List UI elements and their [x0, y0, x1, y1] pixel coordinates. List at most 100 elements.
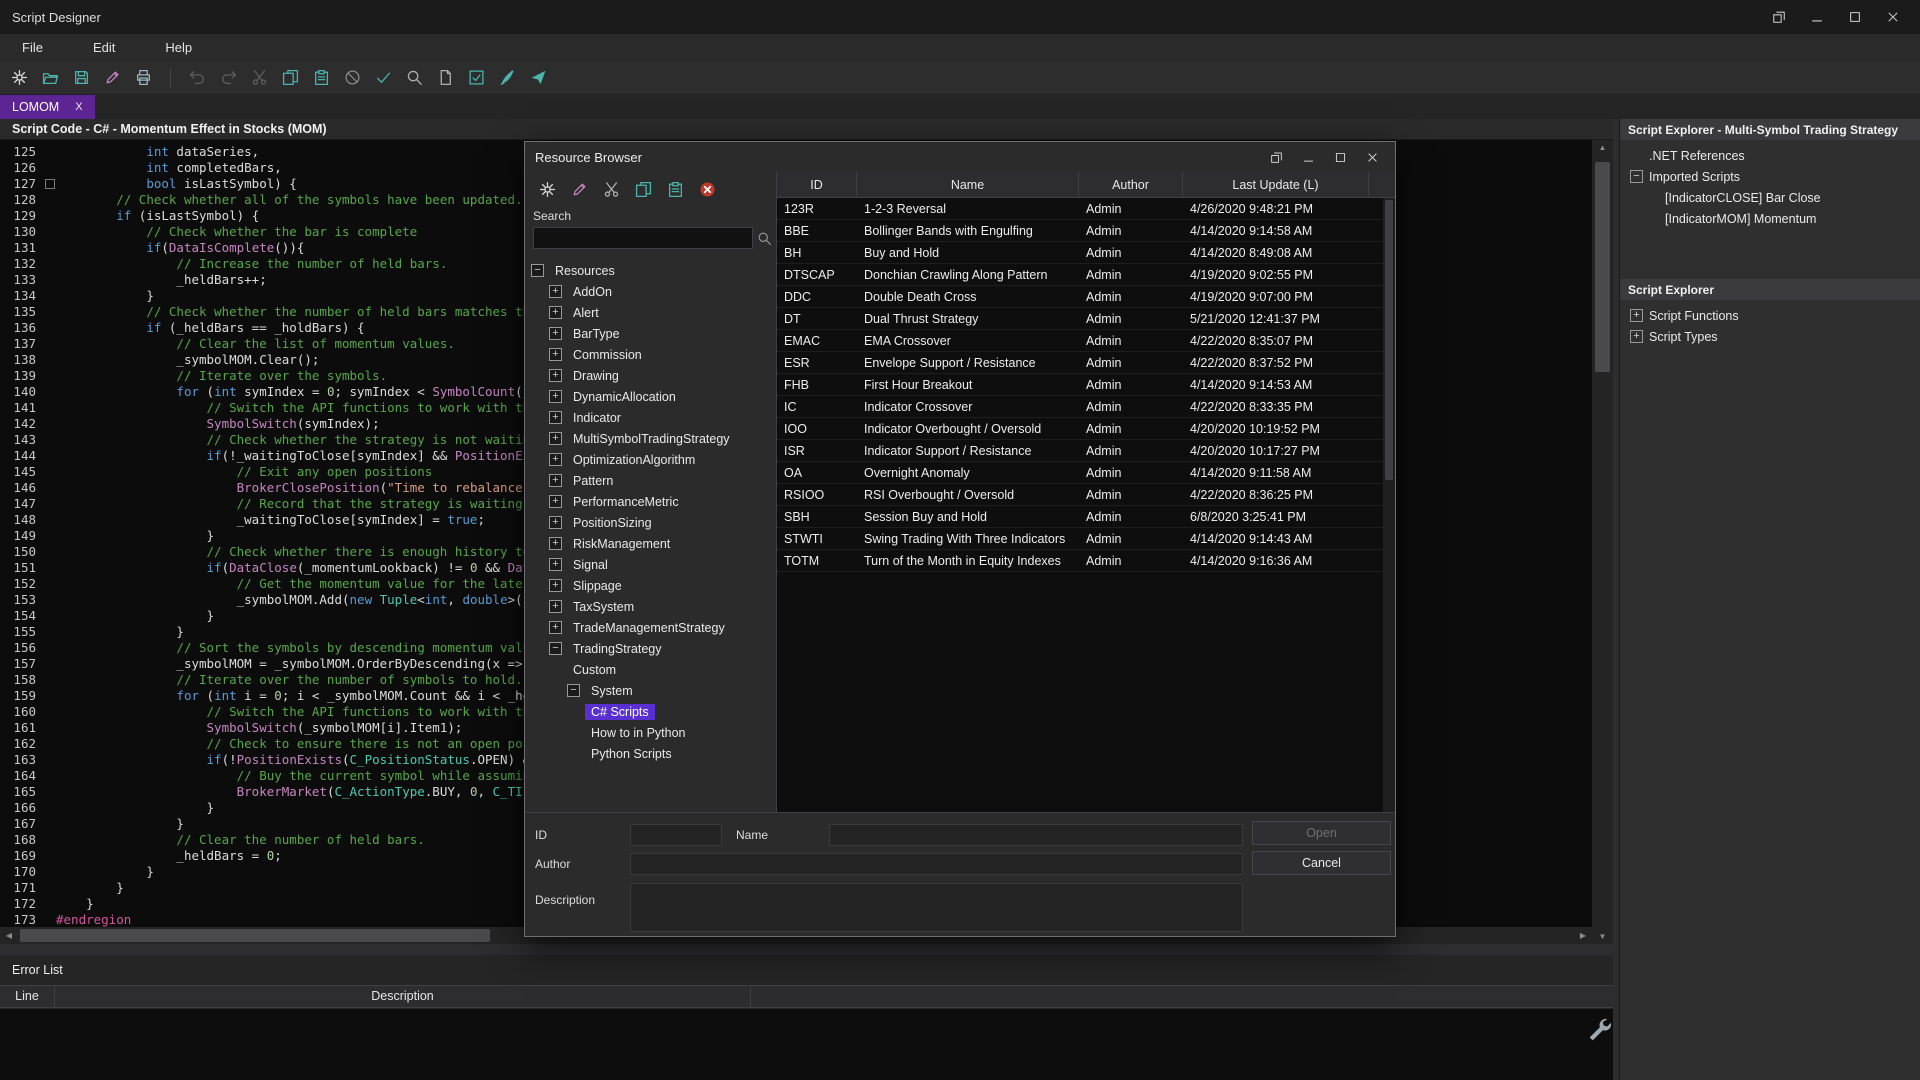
table-row-oa[interactable]: OAOvernight AnomalyAdmin4/14/2020 9:11:5… [777, 462, 1395, 484]
scroll-down-icon[interactable]: ▼ [1592, 932, 1613, 941]
pencil-icon[interactable] [103, 68, 122, 87]
window-minimize-button[interactable] [1802, 5, 1832, 29]
horizontal-scroll-thumb[interactable] [20, 929, 490, 942]
tree-item-riskmanagement[interactable]: +RiskManagement [525, 533, 776, 554]
expand-icon[interactable]: + [549, 579, 562, 592]
table-row-dt[interactable]: DTDual Thrust StrategyAdmin5/21/2020 12:… [777, 308, 1395, 330]
table-row-totm[interactable]: TOTMTurn of the Month in Equity IndexesA… [777, 550, 1395, 572]
table-row-bbe[interactable]: BBEBollinger Bands with EngulfingAdmin4/… [777, 220, 1395, 242]
print-icon[interactable] [134, 68, 153, 87]
checklist-icon[interactable] [467, 68, 486, 87]
gear-icon[interactable] [538, 180, 557, 199]
column-header-name[interactable]: Name [857, 172, 1079, 197]
dialog-close-button[interactable] [1359, 146, 1385, 168]
cut-icon[interactable] [250, 68, 269, 87]
paste-icon[interactable] [312, 68, 331, 87]
tree-item-alert[interactable]: +Alert [525, 302, 776, 323]
name-field[interactable] [829, 824, 1243, 846]
column-header-author[interactable]: Author [1079, 172, 1183, 197]
tree-item-trademanagementstrategy[interactable]: +TradeManagementStrategy [525, 617, 776, 638]
tree-item-drawing[interactable]: +Drawing [525, 365, 776, 386]
scroll-right-icon[interactable]: ▶ [1574, 927, 1592, 944]
table-row-rsioo[interactable]: RSIOORSI Overbought / OversoldAdmin4/22/… [777, 484, 1395, 506]
expand-icon[interactable]: + [549, 516, 562, 529]
explorer-item-indicatorclose-bar-close[interactable]: [IndicatorCLOSE] Bar Close [1620, 187, 1920, 208]
tree-item-resources[interactable]: −Resources [525, 260, 776, 281]
tree-item-python-scripts[interactable]: Python Scripts [525, 743, 776, 764]
table-scrollbar[interactable] [1383, 198, 1395, 814]
tree-item-c-scripts[interactable]: C# Scripts [525, 701, 776, 722]
tree-item-optimizationalgorithm[interactable]: +OptimizationAlgorithm [525, 449, 776, 470]
expand-icon[interactable]: + [549, 285, 562, 298]
menu-help[interactable]: Help [143, 34, 220, 61]
tree-item-how-to-in-python[interactable]: How to in Python [525, 722, 776, 743]
menu-file[interactable]: File [0, 34, 71, 61]
folder-open-icon[interactable] [41, 68, 60, 87]
save-icon[interactable] [72, 68, 91, 87]
tree-item-indicator[interactable]: +Indicator [525, 407, 776, 428]
error-column-description[interactable]: Description [55, 986, 751, 1007]
fold-marker-icon[interactable] [45, 179, 55, 189]
tree-item-multisymboltradingstrategy[interactable]: +MultiSymbolTradingStrategy [525, 428, 776, 449]
tree-item-taxsystem[interactable]: +TaxSystem [525, 596, 776, 617]
table-row-fhb[interactable]: FHBFirst Hour BreakoutAdmin4/14/2020 9:1… [777, 374, 1395, 396]
table-row-123r[interactable]: 123R1-2-3 ReversalAdmin4/26/2020 9:48:21… [777, 198, 1395, 220]
undo-icon[interactable] [188, 68, 207, 87]
expand-icon[interactable]: + [1630, 309, 1643, 322]
explorer-item-script-types[interactable]: +Script Types [1620, 326, 1920, 347]
expand-icon[interactable]: + [549, 600, 562, 613]
collapse-icon[interactable]: − [567, 684, 580, 697]
column-header-id[interactable]: ID [777, 172, 857, 197]
expand-icon[interactable]: + [549, 411, 562, 424]
id-field[interactable] [630, 824, 722, 846]
tree-item-positionsizing[interactable]: +PositionSizing [525, 512, 776, 533]
expand-icon[interactable]: + [549, 432, 562, 445]
document-icon[interactable] [436, 68, 455, 87]
expand-icon[interactable]: + [549, 621, 562, 634]
tree-item-system[interactable]: −System [525, 680, 776, 701]
expand-icon[interactable]: + [549, 348, 562, 361]
description-field[interactable] [630, 883, 1243, 932]
explorer-item-net-references[interactable]: .NET References [1620, 145, 1920, 166]
table-row-esr[interactable]: ESREnvelope Support / ResistanceAdmin4/2… [777, 352, 1395, 374]
cancel-icon[interactable] [343, 68, 362, 87]
tree-item-bartype[interactable]: +BarType [525, 323, 776, 344]
scroll-left-icon[interactable]: ◀ [0, 927, 18, 944]
table-row-ioo[interactable]: IOOIndicator Overbought / OversoldAdmin4… [777, 418, 1395, 440]
paste-icon[interactable] [666, 180, 685, 199]
expand-icon[interactable]: + [549, 327, 562, 340]
tree-item-signal[interactable]: +Signal [525, 554, 776, 575]
expand-icon[interactable]: + [549, 474, 562, 487]
cut-icon[interactable] [602, 180, 621, 199]
explorer-item-indicatormom-momentum[interactable]: [IndicatorMOM] Momentum [1620, 208, 1920, 229]
collapse-icon[interactable]: − [1630, 170, 1643, 183]
explorer-item-script-functions[interactable]: +Script Functions [1620, 305, 1920, 326]
expand-icon[interactable]: + [549, 369, 562, 382]
open-button[interactable]: Open [1252, 821, 1391, 845]
table-row-stwti[interactable]: STWTISwing Trading With Three Indicators… [777, 528, 1395, 550]
redo-icon[interactable] [219, 68, 238, 87]
dialog-dock-button[interactable] [1263, 146, 1289, 168]
expand-icon[interactable]: + [549, 390, 562, 403]
expand-icon[interactable]: + [549, 558, 562, 571]
cancel-button[interactable]: Cancel [1252, 851, 1391, 875]
wrench-icon[interactable] [1586, 1016, 1612, 1042]
tree-item-tradingstrategy[interactable]: −TradingStrategy [525, 638, 776, 659]
delete-icon[interactable] [698, 180, 717, 199]
tree-item-commission[interactable]: +Commission [525, 344, 776, 365]
window-close-button[interactable] [1878, 5, 1908, 29]
copy-icon[interactable] [634, 180, 653, 199]
dialog-minimize-button[interactable] [1295, 146, 1321, 168]
tree-item-performancemetric[interactable]: +PerformanceMetric [525, 491, 776, 512]
editor-vertical-scrollbar[interactable]: ▲ ▼ [1592, 140, 1613, 944]
table-row-sbh[interactable]: SBHSession Buy and HoldAdmin6/8/2020 3:2… [777, 506, 1395, 528]
error-column-line[interactable]: Line [0, 986, 55, 1007]
table-scroll-thumb[interactable] [1385, 200, 1393, 480]
copy-icon[interactable] [281, 68, 300, 87]
tree-item-custom[interactable]: Custom [525, 659, 776, 680]
vertical-scroll-thumb[interactable] [1595, 162, 1610, 372]
expand-icon[interactable]: + [549, 537, 562, 550]
search-icon[interactable] [405, 68, 424, 87]
dialog-titlebar[interactable]: Resource Browser [525, 142, 1395, 172]
pencil-icon[interactable] [570, 180, 589, 199]
